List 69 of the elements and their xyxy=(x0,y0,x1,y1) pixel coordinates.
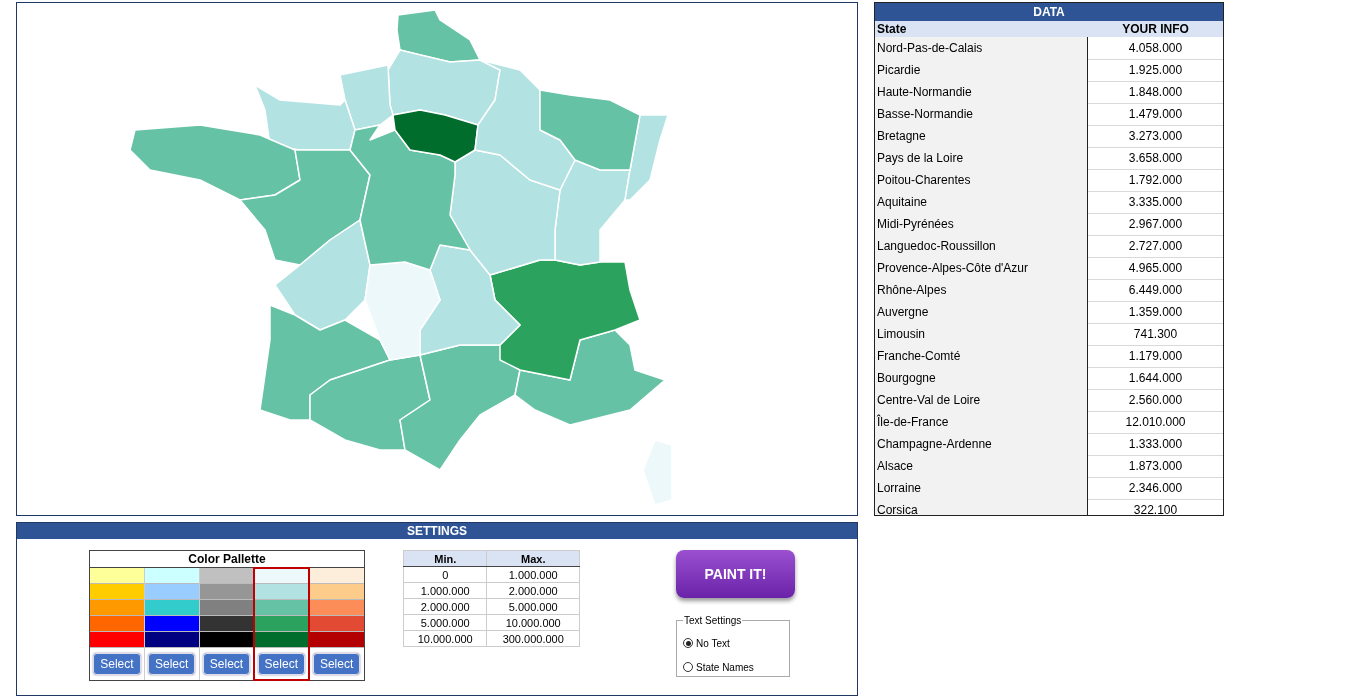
value-cell: 3.273.000 xyxy=(1088,125,1223,148)
state-cell: Rhône-Alpes xyxy=(875,279,1088,302)
settings-header: SETTINGS xyxy=(17,523,857,539)
range-cell: 1.000.000 xyxy=(403,582,487,599)
value-cell: 1.359.000 xyxy=(1088,301,1223,324)
range-cell: 5.000.000 xyxy=(486,598,580,615)
state-cell: Bretagne xyxy=(875,125,1088,148)
state-cell: Limousin xyxy=(875,323,1088,346)
state-cell: Haute-Normandie xyxy=(875,81,1088,104)
state-cell: Franche-Comté xyxy=(875,345,1088,368)
value-cell: 1.792.000 xyxy=(1088,169,1223,192)
state-cell: Midi-Pyrénées xyxy=(875,213,1088,236)
value-cell: 1.848.000 xyxy=(1088,81,1223,104)
option-label: No Text xyxy=(696,637,730,649)
value-cell: 6.449.000 xyxy=(1088,279,1223,302)
value-cell: 2.967.000 xyxy=(1088,213,1223,236)
value-cell: 1.333.000 xyxy=(1088,433,1223,456)
state-cell: Alsace xyxy=(875,455,1088,478)
value-cell: 2.727.000 xyxy=(1088,235,1223,258)
range-cell: 2.000.000 xyxy=(403,598,487,615)
value-cell: 4.058.000 xyxy=(1088,37,1223,60)
state-cell: Île-de-France xyxy=(875,411,1088,434)
state-cell: Basse-Normandie xyxy=(875,103,1088,126)
column-header: State xyxy=(876,21,908,37)
select-button[interactable]: Select xyxy=(257,653,305,675)
column-header: Min. xyxy=(403,550,487,567)
value-cell: 2.346.000 xyxy=(1088,477,1223,500)
value-cell: 1.925.000 xyxy=(1088,59,1223,82)
value-cell: 2.560.000 xyxy=(1088,389,1223,412)
state-cell: Pays de la Loire xyxy=(875,147,1088,170)
state-cell: Corsica xyxy=(875,499,1088,515)
value-cell: 322.100 xyxy=(1088,499,1223,515)
state-cell: Languedoc-Roussillon xyxy=(875,235,1088,258)
value-cell: 1.479.000 xyxy=(1088,103,1223,126)
range-cell: 0 xyxy=(403,566,487,583)
range-cell: 1.000.000 xyxy=(486,566,580,583)
range-cell: 2.000.000 xyxy=(486,582,580,599)
state-cell: Champagne-Ardenne xyxy=(875,433,1088,456)
state-cell: Nord-Pas-de-Calais xyxy=(875,37,1088,60)
select-button[interactable]: Select xyxy=(202,653,251,675)
state-cell: Auvergne xyxy=(875,301,1088,324)
state-cell: Centre-Val de Loire xyxy=(875,389,1088,412)
data-header: DATA xyxy=(875,3,1223,21)
value-cell: 1.873.000 xyxy=(1088,455,1223,478)
value-cell: 1.179.000 xyxy=(1088,345,1223,368)
value-cell: 1.644.000 xyxy=(1088,367,1223,390)
state-cell: Bourgogne xyxy=(875,367,1088,390)
column-header: YOUR INFO xyxy=(1121,21,1190,37)
group-title: Text Settings xyxy=(683,615,743,626)
range-cell: 10.000.000 xyxy=(486,614,580,631)
range-cell: 5.000.000 xyxy=(403,614,487,631)
value-cell: 12.010.000 xyxy=(1088,411,1223,434)
state-cell: Aquitaine xyxy=(875,191,1088,214)
state-cell: Lorraine xyxy=(875,477,1088,500)
state-cell: Provence-Alpes-Côte d'Azur xyxy=(875,257,1088,280)
value-cell: 4.965.000 xyxy=(1088,257,1223,280)
state-cell: Poitou-Charentes xyxy=(875,169,1088,192)
select-button[interactable]: Select xyxy=(148,653,196,675)
state-cell: Picardie xyxy=(875,59,1088,82)
paint-button[interactable]: PAINT IT! xyxy=(676,550,795,598)
select-button[interactable]: Select xyxy=(312,653,361,675)
range-cell: 10.000.000 xyxy=(403,630,487,647)
column-header: Max. xyxy=(486,550,580,567)
value-cell: 741.300 xyxy=(1088,323,1223,346)
select-button[interactable]: Select xyxy=(93,653,141,675)
range-cell: 300.000.000 xyxy=(486,630,580,647)
value-cell: 3.335.000 xyxy=(1088,191,1223,214)
value-cell: 3.658.000 xyxy=(1088,147,1223,170)
option-label: State Names xyxy=(696,661,754,673)
